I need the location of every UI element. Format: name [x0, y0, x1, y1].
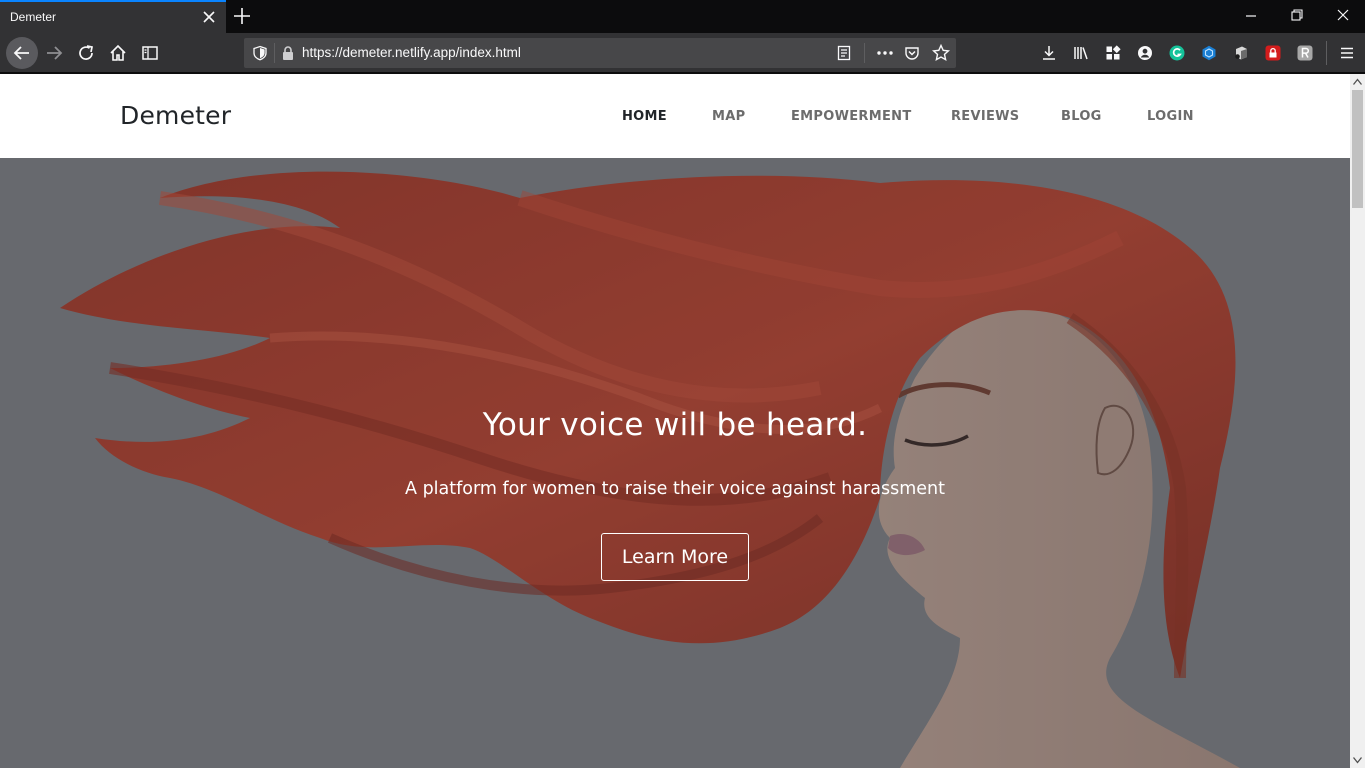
- apps-icon[interactable]: [1105, 45, 1121, 61]
- hero-title: Your voice will be heard.: [482, 407, 868, 443]
- sidebar-icon: [142, 46, 158, 60]
- page-viewport: Demeter HOME MAP EMPOWERMENT REVIEWS BLO…: [0, 74, 1350, 768]
- site-logo[interactable]: Demeter: [120, 101, 231, 130]
- pocket-icon[interactable]: [904, 45, 920, 61]
- home-icon: [110, 44, 126, 61]
- page-scrollbar[interactable]: [1350, 74, 1365, 768]
- menu-icon[interactable]: [1339, 45, 1355, 61]
- lock-extension-icon[interactable]: [1265, 45, 1281, 61]
- browser-navbar: https://demeter.netlify.app/index.html: [0, 33, 1365, 73]
- site-header: Demeter HOME MAP EMPOWERMENT REVIEWS BLO…: [0, 74, 1350, 158]
- url-bar[interactable]: https://demeter.netlify.app/index.html: [244, 38, 956, 68]
- ghost-icon[interactable]: [1233, 45, 1249, 61]
- url-text[interactable]: https://demeter.netlify.app/index.html: [302, 45, 521, 60]
- grammarly-icon[interactable]: [1169, 45, 1185, 61]
- scrollbar-thumb[interactable]: [1352, 90, 1363, 208]
- nav-home[interactable]: HOME: [622, 109, 667, 124]
- forward-button[interactable]: [40, 39, 68, 67]
- download-icon[interactable]: [1041, 45, 1057, 61]
- lock-icon[interactable]: [281, 45, 295, 61]
- nav-reviews[interactable]: REVIEWS: [951, 109, 1019, 124]
- restore-icon[interactable]: [1287, 5, 1307, 25]
- nav-blog[interactable]: BLOG: [1061, 109, 1102, 124]
- browser-titlebar: Demeter: [0, 0, 1365, 33]
- shield-icon[interactable]: [252, 45, 268, 61]
- browser-tab[interactable]: Demeter: [0, 0, 226, 33]
- r-extension-icon[interactable]: [1297, 45, 1313, 61]
- nav-map[interactable]: MAP: [712, 109, 745, 124]
- nav-login[interactable]: LOGIN: [1147, 109, 1194, 124]
- hero-subtitle: A platform for women to raise their voic…: [405, 479, 945, 499]
- url-separator: [864, 43, 865, 63]
- more-actions-icon[interactable]: [876, 45, 894, 61]
- sidebar-button[interactable]: [136, 39, 164, 67]
- back-button[interactable]: [6, 37, 38, 69]
- learn-more-button[interactable]: Learn More: [601, 533, 749, 581]
- close-tab-icon[interactable]: [202, 9, 216, 25]
- library-icon[interactable]: [1073, 45, 1089, 61]
- nav-empowerment[interactable]: EMPOWERMENT: [791, 109, 912, 124]
- tab-title: Demeter: [10, 10, 57, 24]
- account-icon[interactable]: [1137, 45, 1153, 61]
- close-window-icon[interactable]: [1333, 5, 1353, 25]
- scroll-up-icon[interactable]: [1353, 78, 1362, 86]
- home-button[interactable]: [104, 39, 132, 67]
- cube-icon[interactable]: [1201, 45, 1217, 61]
- reader-view-icon[interactable]: [836, 45, 852, 61]
- url-separator: [274, 43, 275, 63]
- forward-icon: [47, 46, 63, 60]
- hero-section: Your voice will be heard. A platform for…: [0, 158, 1350, 768]
- hero-illustration: [0, 158, 1350, 768]
- reload-button[interactable]: [72, 39, 100, 67]
- back-icon: [13, 46, 29, 60]
- toolbar-separator: [1326, 41, 1327, 65]
- scroll-down-icon[interactable]: [1353, 756, 1362, 764]
- minimize-icon[interactable]: [1241, 5, 1261, 25]
- reload-icon: [79, 45, 94, 60]
- new-tab-icon[interactable]: [232, 6, 252, 26]
- bookmark-star-icon[interactable]: [932, 44, 950, 62]
